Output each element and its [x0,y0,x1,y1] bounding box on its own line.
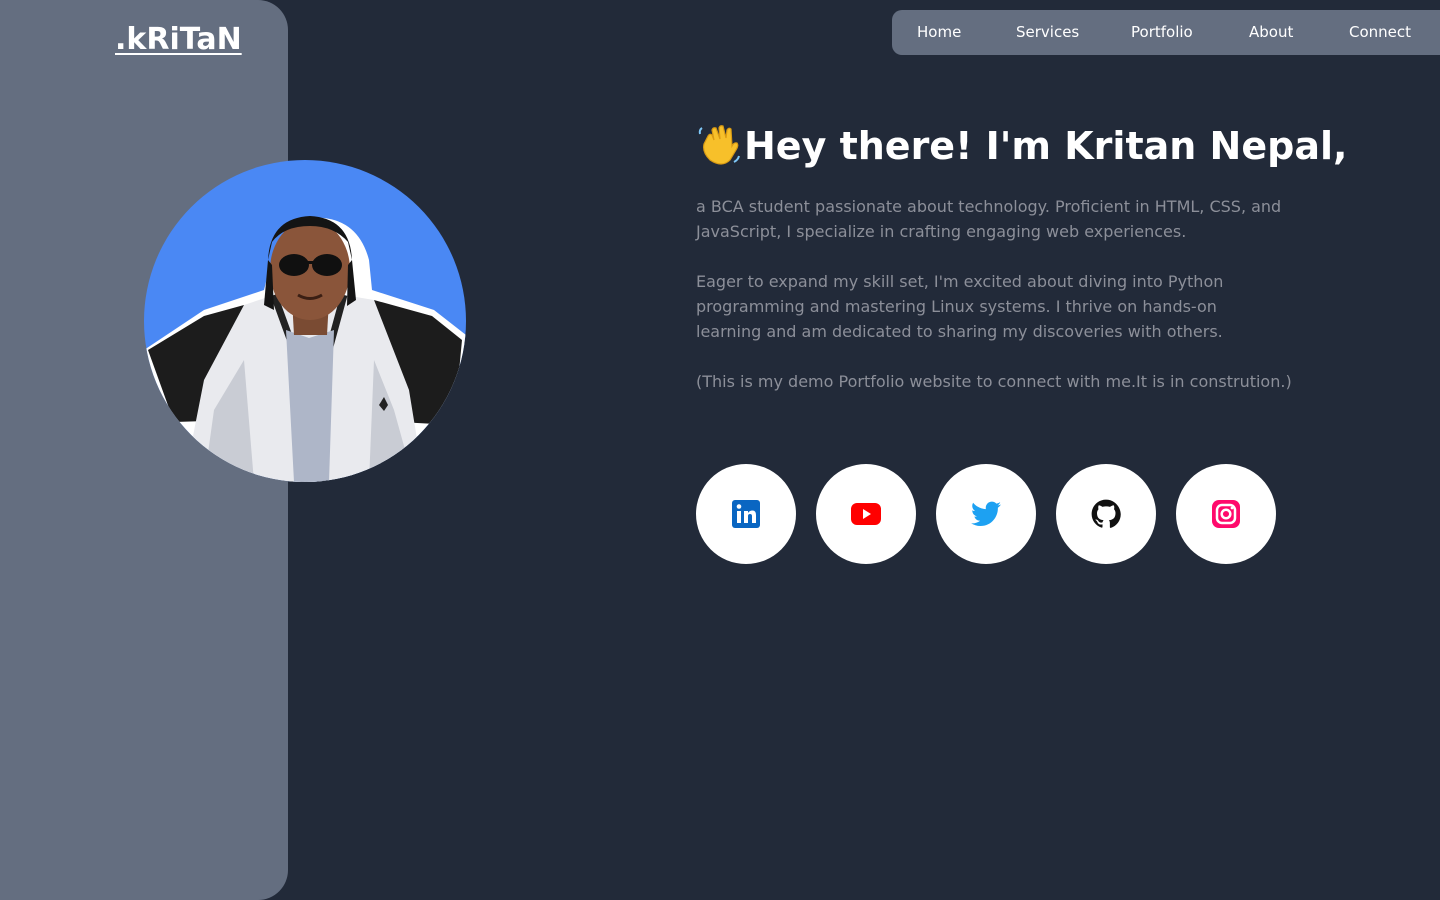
site-logo[interactable]: .kRiTaN [115,22,242,57]
profile-photo-illustration [144,216,466,482]
github-button[interactable] [1056,464,1156,564]
top-nav: Home Services Portfolio About Connect [892,10,1440,55]
profile-avatar [144,160,466,482]
nav-portfolio[interactable]: Portfolio [1131,10,1193,55]
nav-about[interactable]: About [1249,10,1293,55]
headline-text: Hey there! I'm Kritan Nepal, [744,124,1348,168]
youtube-button[interactable] [816,464,916,564]
twitter-icon [971,501,1001,526]
twitter-button[interactable] [936,464,1036,564]
github-icon [1091,499,1121,528]
page: .kRiTaN Home Services Portfolio About Co… [0,0,1440,900]
linkedin-button[interactable] [696,464,796,564]
hero-headline: Hey there! I'm Kritan Nepal, [696,118,1347,174]
nav-connect[interactable]: Connect [1349,10,1411,55]
bio-paragraph-2: Eager to expand my skill set, I'm excite… [696,272,1224,341]
youtube-icon [851,503,881,525]
nav-services[interactable]: Services [1016,10,1079,55]
bio-paragraph-1: a BCA student passionate about technolog… [696,197,1282,241]
nav-home[interactable]: Home [917,10,961,55]
waving-hand-icon [696,118,744,174]
instagram-icon [1212,500,1240,528]
instagram-button[interactable] [1176,464,1276,564]
linkedin-icon [732,500,760,528]
bio-paragraph-3: (This is my demo Portfolio website to co… [696,372,1292,391]
